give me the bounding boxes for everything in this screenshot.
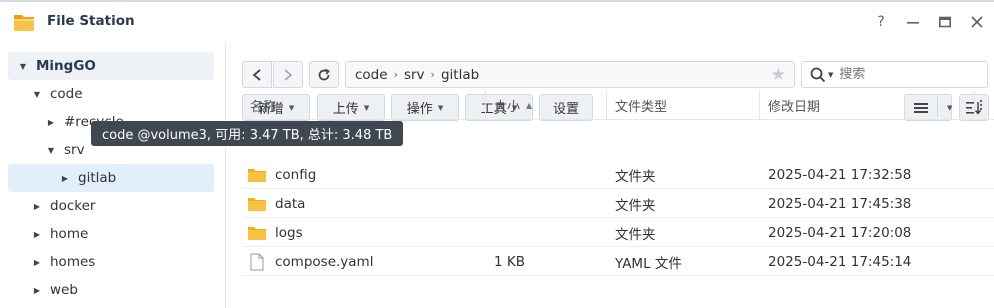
title-bar: File Station ? xyxy=(0,2,994,42)
chevron-left-icon xyxy=(252,68,261,81)
file-type: 文件夹 xyxy=(615,197,656,214)
close-icon xyxy=(971,16,983,28)
folder-icon xyxy=(248,226,266,240)
table-row[interactable]: config 文件夹 2025-04-21 17:32:58 xyxy=(242,160,994,189)
favorite-star-icon[interactable]: ★ xyxy=(771,65,786,85)
search-options-caret-icon[interactable]: ▼ xyxy=(828,71,833,79)
search-input[interactable] xyxy=(839,67,970,82)
file-modified: 2025-04-21 17:20:08 xyxy=(768,224,912,241)
file-name: config xyxy=(275,166,317,183)
file-name: data xyxy=(275,195,306,212)
folder-icon xyxy=(248,168,266,182)
table-row[interactable]: logs 文件夹 2025-04-21 17:20:08 xyxy=(242,218,994,247)
table-row[interactable]: data 文件夹 2025-04-21 17:45:38 xyxy=(242,189,994,218)
table-row[interactable]: compose.yaml 1 KB YAML 文件 2025-04-21 17:… xyxy=(242,247,994,276)
path-segment-code[interactable]: code xyxy=(355,67,388,83)
column-header-type[interactable]: 文件类型 xyxy=(607,90,760,120)
window-title: File Station xyxy=(47,13,135,29)
path-segment-srv[interactable]: srv xyxy=(404,67,425,83)
file-modified: 2025-04-21 17:45:14 xyxy=(768,253,912,270)
file-list-header: 名称 大小 ▲ 文件类型 修改日期 xyxy=(242,90,994,120)
sort-ascending-icon: ▲ xyxy=(526,100,533,110)
file-modified: 2025-04-21 17:45:38 xyxy=(768,195,912,212)
path-segment-gitlab[interactable]: gitlab xyxy=(441,67,479,83)
search-box[interactable]: ▼ xyxy=(801,61,988,88)
forward-button[interactable] xyxy=(273,61,303,88)
column-header-size[interactable]: 大小 ▲ xyxy=(486,90,607,120)
file-station-window: File Station ? ▼ MingGO ▼ code ▶ #recycl… xyxy=(0,0,994,308)
more-vertical-icon xyxy=(979,99,983,111)
maximize-button[interactable] xyxy=(935,12,955,32)
help-button[interactable]: ? xyxy=(871,12,891,32)
file-type: YAML 文件 xyxy=(615,255,682,272)
column-menu-button[interactable] xyxy=(975,90,994,120)
minimize-icon xyxy=(907,22,919,24)
file-modified: 2025-04-21 17:32:58 xyxy=(768,166,912,183)
minimize-button[interactable] xyxy=(903,12,923,32)
file-type: 文件夹 xyxy=(615,226,656,243)
folder-icon xyxy=(248,197,266,211)
volume-tooltip: code @volume3, 可用: 3.47 TB, 总计: 3.48 TB xyxy=(91,121,404,146)
column-header-name[interactable]: 名称 xyxy=(242,90,486,120)
file-size: 1 KB xyxy=(494,253,525,270)
file-name: logs xyxy=(275,224,303,241)
refresh-icon xyxy=(318,68,330,80)
close-button[interactable] xyxy=(967,12,987,32)
back-button[interactable] xyxy=(242,61,272,88)
refresh-button[interactable] xyxy=(309,61,339,88)
maximize-icon xyxy=(939,16,951,28)
file-station-app-icon xyxy=(14,15,34,31)
file-type: 文件夹 xyxy=(615,168,656,185)
search-icon xyxy=(810,67,826,82)
path-bar[interactable]: code › srv › gitlab ★ xyxy=(345,61,795,88)
path-separator: › xyxy=(393,68,398,81)
path-separator: › xyxy=(430,68,435,81)
file-name: compose.yaml xyxy=(275,253,374,270)
column-header-modified[interactable]: 修改日期 xyxy=(760,90,975,120)
file-icon xyxy=(250,253,264,270)
chevron-right-icon xyxy=(284,68,293,81)
